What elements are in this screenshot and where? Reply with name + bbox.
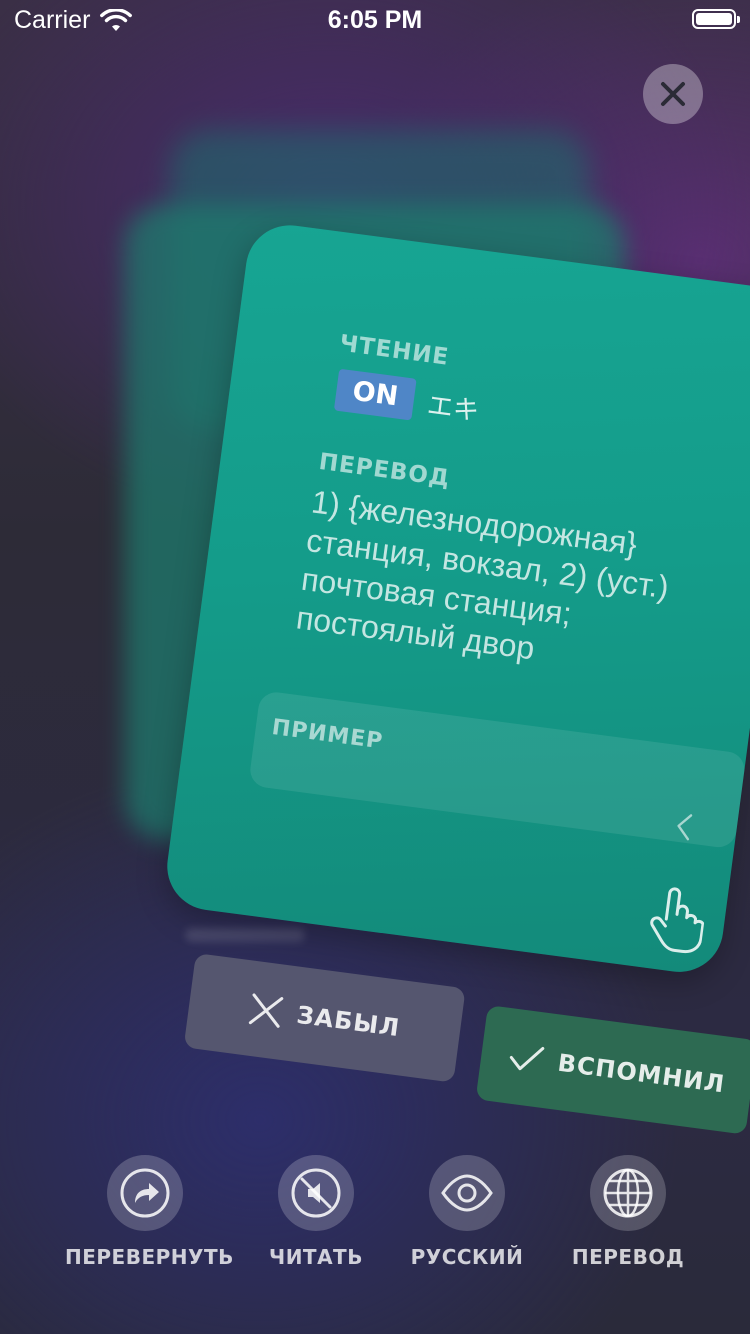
background-decoration [185, 928, 305, 942]
flip-label: ПЕРЕВЕРНУТЬ [65, 1245, 234, 1269]
example-panel[interactable] [248, 690, 747, 850]
translation-text: 1) {железнодорожная} станция, вокзал, 2)… [294, 483, 672, 667]
battery-icon [692, 9, 740, 29]
eye-icon [441, 1174, 493, 1212]
flip-icon [120, 1168, 170, 1218]
status-time: 6:05 PM [327, 6, 423, 34]
read-label: ЧИТАТЬ [269, 1245, 363, 1269]
flashcard[interactable]: ЧТЕНИЕ ON エキ ПЕРЕВОД 1) {железнодорожная… [161, 220, 750, 978]
remembered-button[interactable]: ВСПОМНИЛ [475, 1005, 750, 1135]
reading-kana: エキ [425, 390, 481, 428]
mute-icon [291, 1168, 341, 1218]
translation-button[interactable]: ПЕРЕВОД [548, 1155, 708, 1269]
close-icon [661, 82, 685, 106]
forgot-label: ЗАБЫЛ [295, 1000, 402, 1042]
read-button[interactable]: ЧИТАТЬ [236, 1155, 396, 1269]
close-button[interactable] [643, 64, 703, 124]
globe-icon [603, 1168, 653, 1218]
reading-label: ЧТЕНИЕ [337, 330, 451, 371]
x-icon [249, 992, 284, 1028]
language-label: РУССКИЙ [410, 1245, 524, 1269]
forgot-button[interactable]: ЗАБЫЛ [183, 953, 466, 1083]
check-icon [509, 1046, 545, 1070]
remembered-label: ВСПОМНИЛ [556, 1048, 727, 1098]
tap-hand-icon [650, 887, 705, 954]
status-bar: Carrier 6:05 PM [0, 0, 750, 40]
chevron-left-icon[interactable] [672, 810, 696, 842]
translation-label: ПЕРЕВОД [571, 1245, 685, 1269]
flip-button[interactable]: ПЕРЕВЕРНУТЬ [65, 1155, 234, 1269]
language-button[interactable]: РУССКИЙ [387, 1155, 547, 1269]
reading-toggle[interactable]: ON [333, 368, 417, 421]
